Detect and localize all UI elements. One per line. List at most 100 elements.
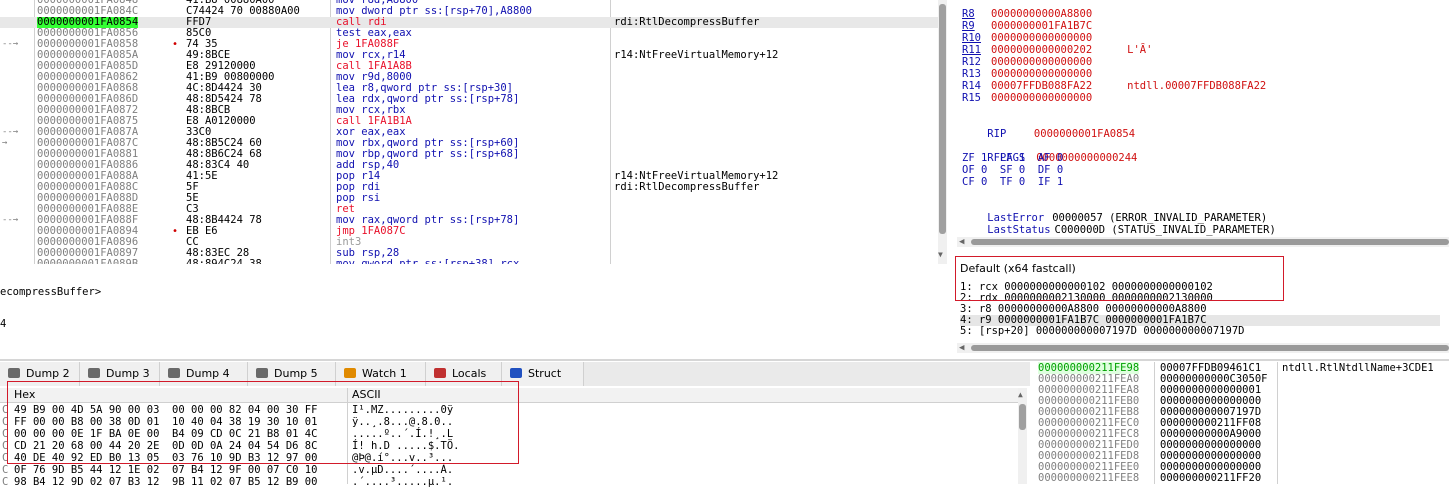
registers-hscroll-thumb[interactable] <box>971 239 1449 245</box>
disassembly-row[interactable]: 0000000001FA085D E8 29120000 call 1FA1A8B <box>0 61 940 72</box>
dump-ascii[interactable]: .´....³.....µ.¹. <box>352 476 453 488</box>
instruction-comment[interactable]: rdi:RtlDecompressBuffer <box>614 182 759 193</box>
register-annotation <box>1092 56 1127 68</box>
disassembly-row[interactable]: 0000000001FA0894 • EB E6 jmp 1FA087C <box>0 226 940 238</box>
highlight-box <box>955 256 1284 301</box>
register-value[interactable]: 0000000000000000 <box>991 92 1092 104</box>
register-row[interactable]: R9 0000000001FA1B7C <box>962 20 1127 32</box>
register-value[interactable]: 0000000001FA0854 <box>1019 128 1135 140</box>
panel-divider <box>0 359 1449 361</box>
laststatus-label: LastStatus <box>987 224 1051 236</box>
stack-comment: ntdll.RtlNtdllName+3CDE1 <box>1282 362 1434 374</box>
branch-marker-icon: • <box>172 226 179 237</box>
register-name: R15 <box>962 92 981 104</box>
scroll-up-arrow-icon[interactable]: ▲ <box>1018 390 1023 399</box>
disassembly-row[interactable]: 0000000001FA088A 41:5E pop r14 r14:NtFreeVi… <box>0 171 940 182</box>
argument-row[interactable]: 5: [rsp+20] 000000000007197D 00000000000… <box>960 326 1244 337</box>
register-annotation <box>1092 32 1127 44</box>
scroll-left-arrow-icon[interactable]: ◀ <box>959 237 964 247</box>
register-row[interactable]: R10 0000000000000000 <box>962 32 1127 44</box>
flags-row[interactable]: OF 0 SF 0 DF 0 <box>962 164 1063 176</box>
scroll-left-arrow-icon[interactable]: ◀ <box>959 343 964 353</box>
tab-label: Locals <box>452 367 487 380</box>
dump-ascii[interactable]: .v.µD....´....À. <box>352 464 453 476</box>
instruction-bytes[interactable]: 48:894C24 38 <box>186 259 262 265</box>
register-row[interactable]: R14 00007FFDB088FA22 ntdll.00007FFDB088FA2… <box>962 80 1266 92</box>
registers-hscroll[interactable]: ◀ <box>957 237 1449 247</box>
register-value[interactable]: 0000000000000000 <box>991 68 1092 80</box>
callargs-hscroll-thumb[interactable] <box>971 345 1449 351</box>
memory-icon <box>256 368 268 378</box>
tab-label: Struct <box>528 367 562 380</box>
dump-vscroll-thumb[interactable] <box>1019 404 1026 430</box>
disassembly-row[interactable]: 0000000001FA0875 E8 A0120000 call 1FA1B1A <box>0 116 940 127</box>
tab-label: Watch 1 <box>362 367 407 380</box>
rip-register[interactable]: RIP 0000000001FA0854 <box>962 116 1135 140</box>
stack-value[interactable]: 000000000211FF20 <box>1160 472 1261 484</box>
jump-arrow-icon: --→ <box>2 215 19 225</box>
memory-icon <box>8 368 20 378</box>
tab-label: Dump 2 <box>26 367 70 380</box>
stack-view[interactable]: 000000000211FE98 00007FFDB09461C1 ntdll.Rt… <box>1034 362 1449 484</box>
laststatus-row[interactable]: LastStatus C000000D (STATUS_INVALID_PARAM… <box>962 212 1275 236</box>
register-annotation: L'Ȃ' <box>1127 44 1153 56</box>
register-value[interactable]: 00007FFDB088FA22 <box>991 80 1092 92</box>
flags-row[interactable]: ZF 1 PF 1 AF 0 <box>962 152 1063 164</box>
register-value[interactable]: 0000000001FA1B7C <box>991 20 1092 32</box>
register-row[interactable]: R12 0000000000000000 <box>962 56 1127 68</box>
disassembly-view[interactable]: 0000000001FA0848 41:B8 00880A00 mov r8d,A8… <box>0 0 948 264</box>
disassembly-row[interactable]: 0000000001FA0886 48:83C4 40 add rsp,40 <box>0 160 940 171</box>
disassembly-row[interactable]: 0000000001FA0854 FFD7 call rdi rdi:RtlDecom… <box>0 17 940 28</box>
tab-label: Dump 5 <box>274 367 318 380</box>
info-line: 4 <box>0 318 7 330</box>
register-annotation <box>1092 20 1127 32</box>
register-value[interactable]: 0000000000000000 <box>991 32 1092 44</box>
disassembly-row[interactable]: 0000000001FA0881 48:8B6C24 68 mov rbp,qwor… <box>0 149 940 160</box>
disassembly-row[interactable]: 0000000001FA0872 48:8BCB mov rcx,rbx <box>0 105 940 116</box>
disassembly-row[interactable]: 0000000001FA085A 49:8BCE mov rcx,r14 r14:Nt… <box>0 50 940 61</box>
disassembly-row[interactable]: 0000000001FA086D 48:8D5424 78 lea rdx,qwor… <box>0 94 940 105</box>
memory-icon <box>88 368 100 378</box>
instruction-comment[interactable]: r14:NtFreeVirtualMemory+12 <box>614 50 778 61</box>
disassembly-row[interactable]: 0000000001FA084C C74424 70 00880A00 mov dw… <box>0 6 940 17</box>
watch-icon <box>344 368 356 378</box>
dump-hex-bytes[interactable]: 0F 76 9D B5 44 12 1E 02 07 B4 12 9F 00 0… <box>14 464 317 476</box>
register-row[interactable]: R11 0000000000000202 L'Ȃ' <box>962 44 1152 56</box>
register-value[interactable]: 00000000000A8800 <box>991 8 1092 20</box>
disassembly-row[interactable]: --→ 0000000001FA0858 • 74 35 je 1FA088F <box>0 39 940 51</box>
register-annotation <box>1092 68 1127 80</box>
register-row[interactable]: R15 0000000000000000 <box>962 92 1127 104</box>
register-name: R8 <box>962 8 975 20</box>
register-annotation <box>1092 8 1127 20</box>
lasterror-row[interactable]: LastError 00000057 (ERROR_INVALID_PARAMET… <box>962 200 1267 224</box>
rflags-register[interactable]: RFLAGS 0000000000000244 <box>962 140 1137 164</box>
disassembly-vscroll-thumb[interactable] <box>939 4 946 234</box>
disassembly-row[interactable]: --→ 0000000001FA088F 48:8B4424 78 mov rax,q… <box>0 215 940 226</box>
register-annotation <box>1092 92 1127 104</box>
struct-icon <box>510 368 522 378</box>
callargs-hscroll[interactable]: ◀ <box>957 343 1449 353</box>
register-value[interactable]: 0000000000000202 <box>991 44 1092 56</box>
flags-row[interactable]: CF 0 TF 0 IF 1 <box>962 176 1063 188</box>
scroll-down-arrow-icon[interactable]: ▼ <box>938 250 943 259</box>
disassembly-vscroll[interactable]: ▼ <box>938 0 947 264</box>
dump-hex-bytes[interactable]: 98 B4 12 9D 02 07 B3 12 9B 11 02 07 B5 1… <box>14 476 317 488</box>
instruction-address[interactable]: 0000000001FA089B <box>37 259 138 265</box>
instruction-text[interactable]: mov qword ptr ss:[rsp+38],rcx <box>336 259 519 265</box>
stack-address[interactable]: 000000000211FEE8 <box>1038 472 1139 484</box>
instruction-comment[interactable]: rdi:RtlDecompressBuffer <box>614 17 759 28</box>
disassembly-row[interactable]: 0000000001FA0896 CC int3 <box>0 237 940 248</box>
register-value[interactable]: 0000000000000000 <box>991 56 1092 68</box>
disassembly-row[interactable]: 0000000001FA088C 5F pop rdi rdi:RtlDecompre… <box>0 182 940 193</box>
tab-label: Dump 3 <box>106 367 150 380</box>
branch-marker-icon: • <box>172 39 179 50</box>
registers-panel: R8 00000000000A8800 R9 0000000001FA1B7C R10 0… <box>955 0 1449 250</box>
register-name: R11 <box>962 44 981 56</box>
register-row[interactable]: R13 0000000000000000 <box>962 68 1127 80</box>
register-row[interactable]: R8 00000000000A8800 <box>962 8 1127 20</box>
disassembly-row[interactable]: 0000000001FA088D 5E pop rsi <box>0 193 940 204</box>
disassembly-row[interactable]: 0000000001FA0856 85C0 test eax,eax <box>0 28 940 39</box>
disassembly-row[interactable]: 0000000001FA089B 48:894C24 38 mov qword pt… <box>0 259 940 265</box>
dump-vscroll[interactable]: ▲ <box>1018 388 1027 484</box>
locals-icon <box>434 368 446 378</box>
